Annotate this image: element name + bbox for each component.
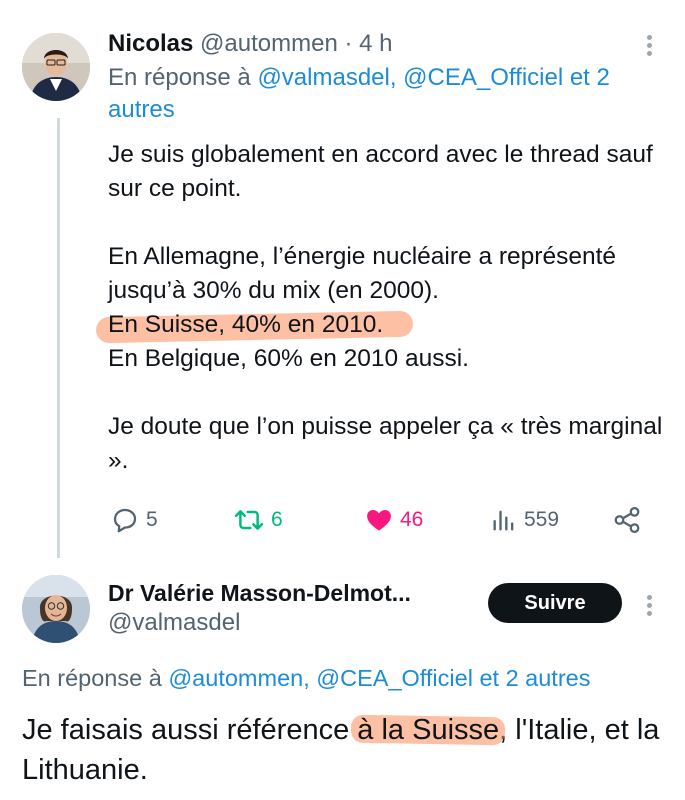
tweet-paragraph: En Belgique, 60% en 2010 aussi.	[108, 345, 469, 372]
author-name[interactable]: Nicolas	[108, 30, 193, 57]
avatar[interactable]	[22, 575, 90, 643]
author-name[interactable]: Dr Valérie Masson-Delmot...	[108, 578, 411, 608]
like-button[interactable]: 46	[364, 500, 423, 540]
like-count: 46	[400, 508, 424, 531]
tweet-paragraph: En Allemagne, l’énergie nucléaire a repr…	[108, 243, 617, 304]
meta-separator: ·	[337, 30, 360, 57]
retweet-icon	[234, 510, 264, 530]
highlighted-line: En Suisse, 40% en 2010.	[108, 308, 383, 342]
tweet-time[interactable]: 4 h	[359, 30, 392, 57]
retweet-count: 6	[271, 508, 283, 531]
reply-prefix: En réponse à	[108, 64, 258, 91]
tweet-paragraph: En Suisse, 40% en 2010.	[108, 311, 384, 338]
author-handle[interactable]: @valmasdel	[108, 608, 240, 638]
avatar[interactable]	[22, 33, 90, 101]
thread-connector-line	[57, 118, 60, 558]
tweet-actions: 5 6 46 559	[108, 500, 648, 540]
views-count: 559	[524, 508, 560, 531]
author-handle[interactable]: @autommen	[200, 30, 338, 57]
tweet-header: Nicolas @autommen · 4 h	[108, 28, 393, 60]
tweet-paragraph: Je suis globalement en accord avec le th…	[108, 141, 653, 202]
reply-button[interactable]: 5	[110, 500, 158, 540]
views-button[interactable]: 559	[490, 500, 559, 540]
share-icon	[614, 507, 640, 533]
reply-mentions-link[interactable]: @autommen, @CEA_Officiel et 2 autres	[168, 665, 590, 691]
reply-context: En réponse à @autommen, @CEA_Officiel et…	[22, 662, 672, 694]
reply-prefix: En réponse à	[22, 665, 169, 691]
reply-count: 5	[146, 508, 158, 531]
tweet-text: Je suis globalement en accord avec le th…	[108, 138, 673, 478]
tweet-text-part: à la Suisse	[357, 714, 500, 746]
reply-context: En réponse à @valmasdel, @CEA_Officiel e…	[108, 62, 668, 126]
follow-button[interactable]: Suivre	[488, 583, 622, 623]
retweet-button[interactable]: 6	[233, 500, 283, 540]
more-icon[interactable]	[647, 32, 652, 59]
heart-icon	[367, 510, 391, 531]
reply-icon	[113, 508, 137, 533]
share-button[interactable]	[612, 500, 642, 540]
tweet-text-part: Je faisais aussi référence	[22, 714, 358, 746]
highlighted-text: à la Suisse	[357, 710, 499, 750]
tweet-paragraph: Je doute que l’on puisse appeler ça « tr…	[108, 413, 663, 474]
tweet-text: Je faisais aussi référence à la Suisse, …	[22, 710, 672, 790]
views-icon	[493, 510, 514, 531]
more-icon[interactable]	[647, 592, 652, 619]
